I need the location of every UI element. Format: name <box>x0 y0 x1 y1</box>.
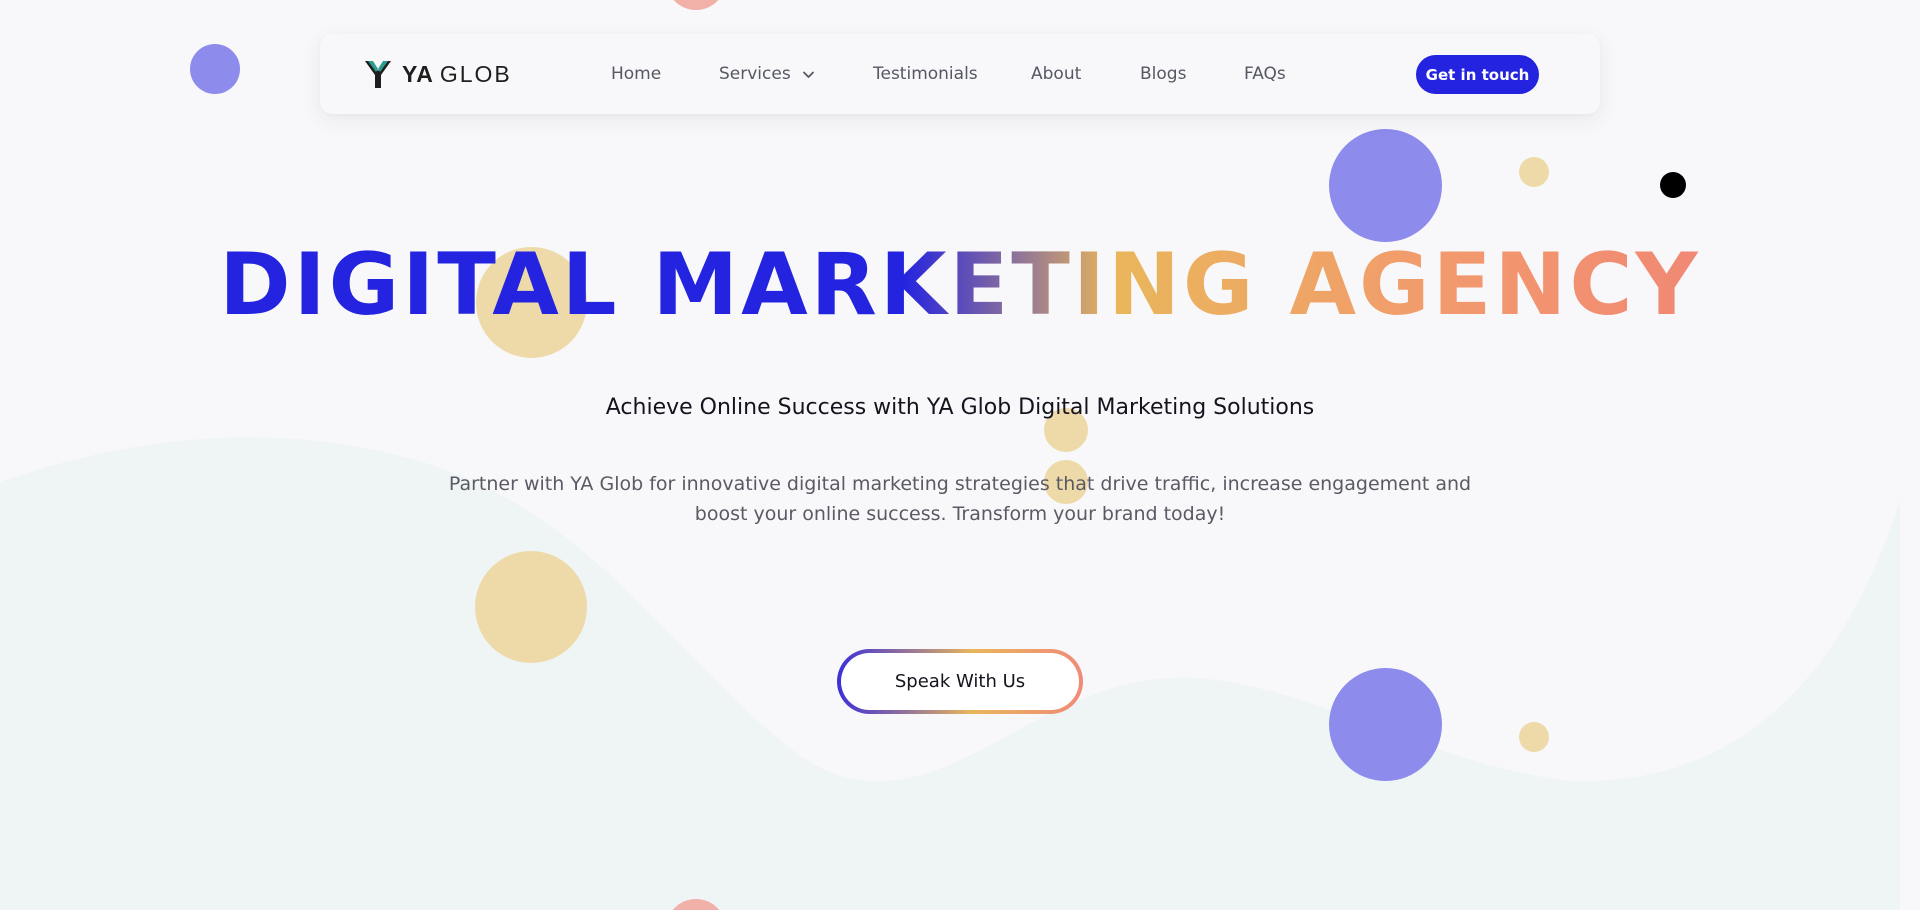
decorative-circle <box>1519 157 1549 187</box>
decorative-circle <box>190 44 240 94</box>
nav-services[interactable]: Services <box>719 64 873 84</box>
hero-title: DIGITAL MARKETING AGENCY <box>0 230 1920 340</box>
logo-wordmark: YA GLOB <box>402 61 512 88</box>
background-wave <box>0 437 1900 910</box>
landing-page: YA GLOB Home Services Testimonials About … <box>0 0 1920 910</box>
nav-services-label: Services <box>719 64 791 84</box>
logo[interactable]: YA GLOB <box>364 58 512 90</box>
navbar: YA GLOB Home Services Testimonials About … <box>320 34 1600 114</box>
decorative-circle <box>1519 722 1549 752</box>
ya-glob-logo-icon <box>365 61 391 88</box>
scrollbar-track[interactable] <box>1900 0 1920 910</box>
nav-home[interactable]: Home <box>611 64 719 84</box>
main-nav: Home Services Testimonials About Blogs F… <box>611 34 1286 114</box>
chevron-down-icon <box>802 71 814 78</box>
nav-testimonials[interactable]: Testimonials <box>873 64 1031 84</box>
nav-blogs[interactable]: Blogs <box>1140 64 1244 84</box>
decorative-circle <box>475 551 587 663</box>
cursor-dot <box>1660 172 1686 198</box>
hero-description: Partner with YA Glob for innovative digi… <box>448 473 1472 525</box>
logo-text-bold: YA <box>402 60 434 87</box>
nav-faqs[interactable]: FAQs <box>1244 64 1286 84</box>
decorative-circle <box>1329 668 1442 781</box>
logo-text-light: GLOB <box>439 60 512 87</box>
speak-with-us-button[interactable]: Speak With Us <box>841 653 1079 710</box>
hero-subtitle: Achieve Online Success with YA Glob Digi… <box>605 395 1315 420</box>
nav-about[interactable]: About <box>1031 64 1140 84</box>
speak-with-us-border: Speak With Us <box>837 649 1083 714</box>
decorative-circle <box>1329 129 1442 242</box>
get-in-touch-button[interactable]: Get in touch <box>1416 55 1539 94</box>
